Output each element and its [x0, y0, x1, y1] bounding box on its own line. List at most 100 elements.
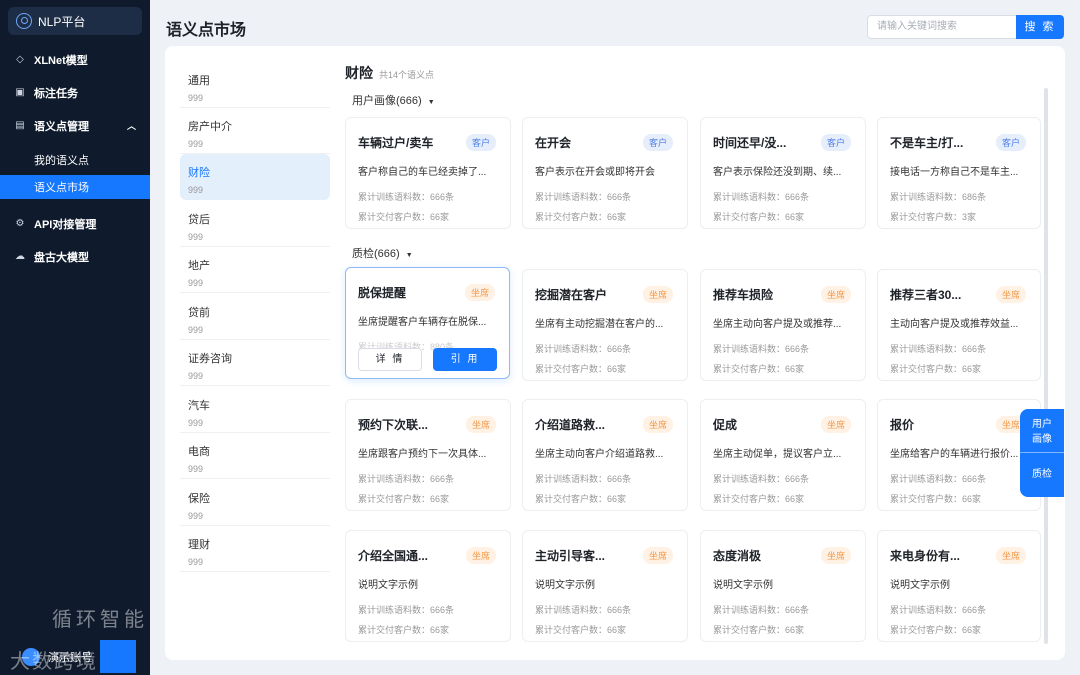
semantic-card[interactable]: 车辆过户/卖车 客户 客户称自己的车已经卖掉了... 累计训练语料数：666条 累计交付… — [345, 117, 511, 229]
category-item[interactable]: 证券咨询 999 — [180, 340, 330, 386]
search-button[interactable]: 搜 索 — [1016, 15, 1064, 39]
card-client-count: 累计交付客户数：66家 — [713, 494, 805, 504]
group-label: 质检(666) — [352, 248, 400, 260]
card-tag: 坐席 — [642, 547, 673, 564]
category-item[interactable]: 房产中介 999 — [180, 108, 330, 154]
card-train-count: 累计训练语料数：686条 — [890, 192, 987, 202]
category-count: 999 — [188, 464, 204, 474]
category-item-active[interactable]: 财险 999 — [180, 154, 330, 200]
category-name: 理财 — [188, 539, 210, 551]
category-item[interactable]: 贷后 999 — [180, 201, 330, 247]
category-count: 999 — [188, 278, 204, 288]
category-name: 电商 — [188, 446, 210, 458]
semantic-card[interactable]: 在开会 客户 客户表示在开会或即将开会 累计训练语料数：666条 累计交付客户数：66家 — [522, 117, 688, 229]
category-item[interactable]: 理财 999 — [180, 526, 330, 572]
group-quality[interactable]: 质检(666) ▼ — [352, 245, 413, 261]
card-tag: 坐席 — [465, 416, 496, 433]
semantic-card[interactable]: 态度消极 坐席 说明文字示例 累计训练语料数：666条 累计交付客户数：66家 — [700, 530, 866, 642]
sub-my-semantic[interactable]: 我的语义点 — [0, 148, 150, 172]
card-tag: 客户 — [465, 134, 496, 151]
floating-tab-quality[interactable]: 质检 — [1020, 453, 1064, 497]
cite-button[interactable]: 引 用 — [433, 348, 497, 371]
category-name: 财险 — [188, 167, 210, 179]
gear-icon: ⚙ — [15, 218, 25, 229]
semantic-card[interactable]: 促成 坐席 坐席主动促单，提议客户立... 累计训练语料数：666条 累计交付客户数：6… — [700, 399, 866, 511]
semantic-card[interactable]: 推荐车损险 坐席 坐席主动向客户提及或推荐... 累计训练语料数：666条 累计交付客户… — [700, 269, 866, 381]
nav-pangu[interactable]: ☁ 盘古大模型 — [0, 240, 150, 273]
floating-nav: 用户 画像 质检 — [1020, 409, 1064, 497]
card-tag: 坐席 — [642, 416, 673, 433]
card-client-count: 累计交付客户数：66家 — [358, 625, 450, 635]
category-count: 999 — [188, 371, 204, 381]
category-item[interactable]: 汽车 999 — [180, 387, 330, 433]
nav-api[interactable]: ⚙ API对接管理 — [0, 207, 150, 240]
category-item[interactable]: 通用 999 — [180, 62, 330, 108]
card-train-count: 累计训练语料数：666条 — [890, 605, 987, 615]
semantic-card[interactable]: 不是车主/打... 客户 接电话一方称自己不是车主... 累计训练语料数：686条 累计… — [877, 117, 1041, 229]
logo[interactable]: NLP平台 — [8, 7, 142, 35]
category-count: 999 — [188, 139, 204, 149]
card-desc: 说明文字示例 — [535, 580, 595, 591]
logo-icon — [16, 13, 32, 29]
search-input[interactable]: 请输入关键词搜索 — [867, 15, 1017, 39]
card-client-count: 累计交付客户数：3家 — [890, 212, 977, 222]
card-train-count: 累计训练语料数：666条 — [535, 605, 632, 615]
page-title: 语义点市场 — [166, 22, 247, 39]
detail-button[interactable]: 详 情 — [358, 348, 422, 371]
nav-annotation[interactable]: ▣ 标注任务 — [0, 76, 150, 109]
card-tag: 坐席 — [995, 547, 1026, 564]
card-tag: 坐席 — [820, 286, 851, 303]
group-user-profile[interactable]: 用户画像(666) ▼ — [352, 92, 435, 108]
category-count: 999 — [188, 232, 204, 242]
watermark: 循环智能 — [52, 609, 148, 631]
nav-label: XLNet模型 — [34, 54, 88, 67]
card-train-count: 累计训练语料数：666条 — [358, 192, 455, 202]
nav-xlnet[interactable]: ◇ XLNet模型 — [0, 43, 150, 76]
card-client-count: 累计交付客户数：66家 — [358, 494, 450, 504]
caret-down-icon: ▼ — [427, 99, 435, 106]
semantic-card[interactable]: 主动引导客... 坐席 说明文字示例 累计训练语料数：666条 累计交付客户数：66家 — [522, 530, 688, 642]
card-client-count: 累计交付客户数：66家 — [713, 625, 805, 635]
nav-label: 盘古大模型 — [34, 251, 89, 264]
floating-tab-user-profile[interactable]: 用户 画像 — [1020, 409, 1064, 453]
sub-label: 我的语义点 — [34, 155, 89, 167]
semantic-card[interactable]: 来电身份有... 坐席 说明文字示例 累计训练语料数：666条 累计交付客户数：66家 — [877, 530, 1041, 642]
category-item[interactable]: 地产 999 — [180, 247, 330, 293]
semantic-card[interactable]: 报价 坐席 坐席给客户的车辆进行报价... 累计训练语料数：666条 累计交付客户数：6… — [877, 399, 1041, 511]
card-client-count: 累计交付客户数：66家 — [535, 625, 627, 635]
logo-text: NLP平台 — [38, 14, 86, 29]
card-desc: 主动向客户提及或推荐效益... — [890, 319, 1019, 330]
expand-button[interactable] — [100, 640, 136, 673]
category-count: 999 — [188, 418, 204, 428]
category-name: 保险 — [188, 493, 210, 505]
card-desc: 说明文字示例 — [358, 580, 418, 591]
semantic-card[interactable]: 时间还早/没... 客户 客户表示保险还没到期、续... 累计训练语料数：666条 累计… — [700, 117, 866, 229]
nav-label: 语义点管理 — [34, 120, 89, 133]
card-client-count: 累计交付客户数：66家 — [358, 212, 450, 222]
card-train-count: 累计训练语料数：666条 — [713, 474, 810, 484]
semantic-card[interactable]: 推荐三者30... 坐席 主动向客户提及或推荐效益... 累计训练语料数：666条 累计… — [877, 269, 1041, 381]
sub-semantic-market[interactable]: 语义点市场 — [0, 175, 150, 199]
semantic-card[interactable]: 介绍道路救... 坐席 坐席主动向客户介绍道路救... 累计训练语料数：666条 累计交… — [522, 399, 688, 511]
nav-semantic-mgmt[interactable]: ▤ 语义点管理 ︿ — [0, 109, 150, 142]
card-tag: 客户 — [820, 134, 851, 151]
card-tag: 坐席 — [820, 547, 851, 564]
watermark: 大数跨境 — [10, 651, 98, 673]
category-item[interactable]: 保险 999 — [180, 480, 330, 526]
semantic-card[interactable]: 挖掘潜在客户 坐席 坐席有主动挖掘潜在客户的... 累计训练语料数：666条 累计交付客… — [522, 269, 688, 381]
semantic-card[interactable]: 预约下次联... 坐席 坐席跟客户预约下一次具体... 累计训练语料数：666条 累计交… — [345, 399, 511, 511]
semantic-card[interactable]: 介绍全国通... 坐席 说明文字示例 累计训练语料数：666条 累计交付客户数：66家 — [345, 530, 511, 642]
floating-tab-label: 用户 画像 — [1032, 419, 1052, 445]
card-desc: 坐席跟客户预约下一次具体... — [358, 449, 487, 460]
card-desc: 坐席主动促单，提议客户立... — [713, 449, 842, 460]
category-count: 999 — [188, 511, 204, 521]
card-desc: 坐席主动向客户介绍道路救... — [535, 449, 664, 460]
card-train-count: 累计训练语料数：666条 — [890, 344, 987, 354]
chevron-up-icon: ︿ — [126, 121, 136, 131]
semantic-card-hover[interactable]: 脱保提醒 坐席 坐席提醒客户车辆存在脱保... 累计训练语料数：880条详 情引 用 — [345, 267, 510, 379]
scrollbar[interactable] — [1044, 88, 1048, 644]
card-desc: 客户称自己的车已经卖掉了... — [358, 167, 487, 178]
category-item[interactable]: 贷前 999 — [180, 294, 330, 340]
category-item[interactable]: 电商 999 — [180, 433, 330, 479]
category-name: 通用 — [188, 75, 210, 87]
